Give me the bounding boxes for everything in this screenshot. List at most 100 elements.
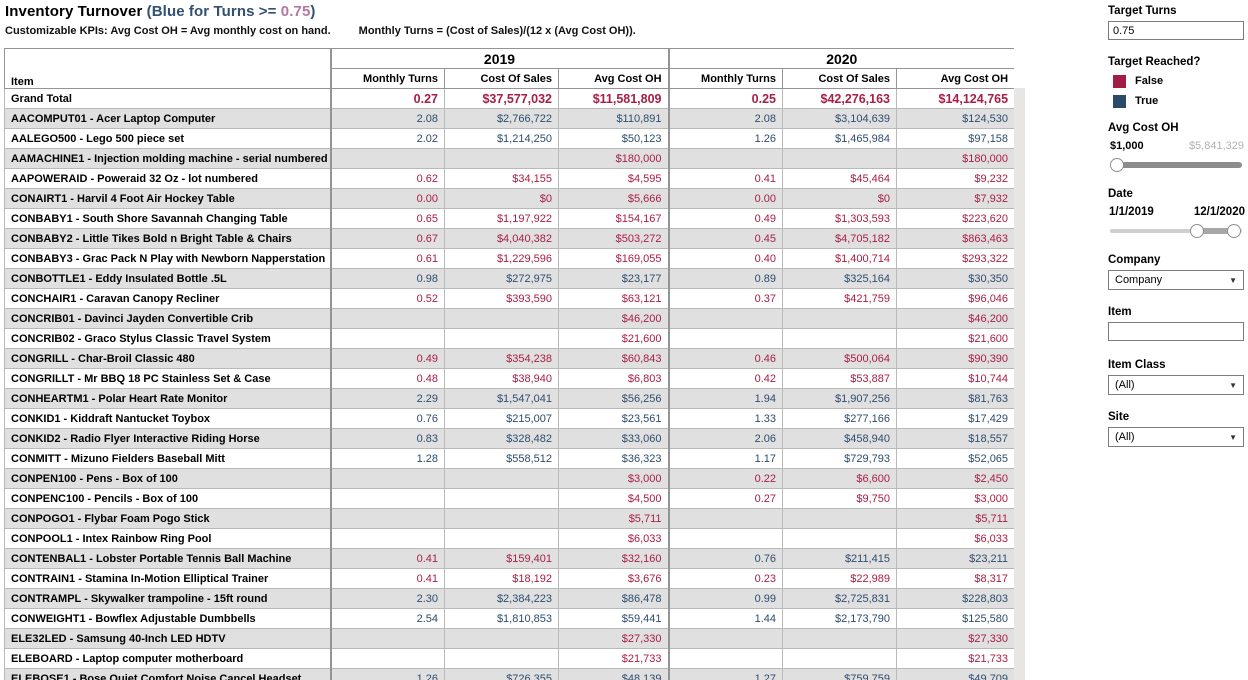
avg-cost-oh-2020-cell[interactable]: $124,530 (897, 109, 1014, 129)
column-header-avg-cost-oh-2019[interactable]: Avg Cost OH (559, 69, 669, 89)
avg-cost-oh-2020-cell[interactable]: $5,711 (897, 509, 1014, 529)
avg-cost-oh-2019-cell[interactable]: $48,139 (559, 669, 669, 680)
cost-of-sales-2019-cell[interactable]: $159,401 (445, 549, 559, 569)
table-row[interactable]: CONBABY2 - Little Tikes Bold n Bright Ta… (5, 229, 1015, 249)
monthly-turns-2019-cell[interactable]: 0.83 (331, 429, 445, 449)
monthly-turns-2019-cell[interactable]: 0.61 (331, 249, 445, 269)
item-cell[interactable]: CONBABY2 - Little Tikes Bold n Bright Ta… (5, 229, 331, 249)
avg-cost-oh-2020-cell[interactable]: $223,620 (897, 209, 1014, 229)
table-row[interactable]: ELEBOARD - Laptop computer motherboard $… (5, 649, 1015, 669)
table-row[interactable]: AACOMPUT01 - Acer Laptop Computer 2.08 $… (5, 109, 1015, 129)
cost-of-sales-2020-cell[interactable] (783, 509, 897, 529)
avg-cost-oh-2019-cell[interactable]: $60,843 (559, 349, 669, 369)
avg-cost-oh-2019-cell[interactable]: $86,478 (559, 589, 669, 609)
column-header-year-2019[interactable]: 2019 (331, 49, 669, 69)
table-row[interactable]: ELEBOSE1 - Bose Quiet Comfort Noise Canc… (5, 669, 1015, 680)
avg-cost-oh-2019-cell[interactable]: $6,803 (559, 369, 669, 389)
table-row[interactable]: CONCRIB02 - Graco Stylus Classic Travel … (5, 329, 1015, 349)
column-header-avg-cost-oh-2020[interactable]: Avg Cost OH (897, 69, 1014, 89)
avg-cost-oh-2020-cell[interactable]: $17,429 (897, 409, 1014, 429)
item-cell[interactable]: CONPEN100 - Pens - Box of 100 (5, 469, 331, 489)
table-row[interactable]: CONPENC100 - Pencils - Box of 100 $4,500… (5, 489, 1015, 509)
item-cell[interactable]: CONTRAMPL - Skywalker trampoline - 15ft … (5, 589, 331, 609)
avg-cost-oh-2019-cell[interactable]: $36,323 (559, 449, 669, 469)
monthly-turns-2020-cell[interactable]: 1.33 (669, 409, 783, 429)
item-cell[interactable]: AAPOWERAID - Poweraid 32 Oz - lot number… (5, 169, 331, 189)
grand-total-avg-2019[interactable]: $11,581,809 (559, 89, 669, 109)
monthly-turns-2019-cell[interactable]: 0.41 (331, 549, 445, 569)
cost-of-sales-2019-cell[interactable] (445, 329, 559, 349)
table-row[interactable]: ELE32LED - Samsung 40-Inch LED HDTV $27,… (5, 629, 1015, 649)
cost-of-sales-2020-cell[interactable]: $22,989 (783, 569, 897, 589)
monthly-turns-2019-cell[interactable]: 0.98 (331, 269, 445, 289)
monthly-turns-2019-cell[interactable]: 0.52 (331, 289, 445, 309)
cost-of-sales-2020-cell[interactable] (783, 649, 897, 669)
column-header-year-2020[interactable]: 2020 (669, 49, 1014, 69)
monthly-turns-2019-cell[interactable]: 2.30 (331, 589, 445, 609)
cost-of-sales-2020-cell[interactable]: $211,415 (783, 549, 897, 569)
monthly-turns-2019-cell[interactable] (331, 629, 445, 649)
avg-cost-oh-2019-cell[interactable]: $3,676 (559, 569, 669, 589)
cost-of-sales-2020-cell[interactable] (783, 329, 897, 349)
avg-cost-oh-2019-cell[interactable]: $5,666 (559, 189, 669, 209)
cost-of-sales-2020-cell[interactable] (783, 529, 897, 549)
table-row[interactable]: CONTRAIN1 - Stamina In-Motion Elliptical… (5, 569, 1015, 589)
monthly-turns-2020-cell[interactable]: 1.44 (669, 609, 783, 629)
table-row[interactable]: CONPOOL1 - Intex Rainbow Ring Pool $6,03… (5, 529, 1015, 549)
cost-of-sales-2020-cell[interactable]: $759,759 (783, 669, 897, 680)
table-row[interactable]: CONBABY1 - South Shore Savannah Changing… (5, 209, 1015, 229)
monthly-turns-2020-cell[interactable] (669, 629, 783, 649)
table-row[interactable]: CONGRILL - Char-Broil Classic 480 0.49 $… (5, 349, 1015, 369)
monthly-turns-2020-cell[interactable]: 0.23 (669, 569, 783, 589)
monthly-turns-2020-cell[interactable] (669, 329, 783, 349)
cost-of-sales-2019-cell[interactable] (445, 529, 559, 549)
cost-of-sales-2019-cell[interactable]: $2,766,722 (445, 109, 559, 129)
date-slider-start-handle[interactable] (1190, 224, 1204, 238)
cost-of-sales-2019-cell[interactable]: $1,229,596 (445, 249, 559, 269)
item-class-dropdown[interactable]: (All) ▼ (1108, 375, 1244, 395)
cost-of-sales-2020-cell[interactable]: $458,940 (783, 429, 897, 449)
table-row[interactable]: CONKID1 - Kiddraft Nantucket Toybox 0.76… (5, 409, 1015, 429)
avg-cost-oh-2019-cell[interactable]: $4,595 (559, 169, 669, 189)
monthly-turns-2020-cell[interactable]: 0.41 (669, 169, 783, 189)
item-filter-input[interactable] (1108, 322, 1244, 341)
item-cell[interactable]: AACOMPUT01 - Acer Laptop Computer (5, 109, 331, 129)
cost-of-sales-2019-cell[interactable]: $34,155 (445, 169, 559, 189)
monthly-turns-2019-cell[interactable] (331, 489, 445, 509)
avg-cost-oh-2019-cell[interactable]: $23,561 (559, 409, 669, 429)
avg-cost-oh-2020-cell[interactable]: $2,450 (897, 469, 1014, 489)
cost-of-sales-2020-cell[interactable]: $729,793 (783, 449, 897, 469)
cost-of-sales-2020-cell[interactable]: $277,166 (783, 409, 897, 429)
cost-of-sales-2020-cell[interactable] (783, 309, 897, 329)
avg-cost-oh-2020-cell[interactable]: $90,390 (897, 349, 1014, 369)
item-cell[interactable]: CONBOTTLE1 - Eddy Insulated Bottle .5L (5, 269, 331, 289)
cost-of-sales-2020-cell[interactable]: $6,600 (783, 469, 897, 489)
monthly-turns-2019-cell[interactable] (331, 509, 445, 529)
cost-of-sales-2019-cell[interactable]: $393,590 (445, 289, 559, 309)
avg-cost-oh-2019-cell[interactable]: $4,500 (559, 489, 669, 509)
avg-cost-oh-2020-cell[interactable]: $9,232 (897, 169, 1014, 189)
cost-of-sales-2020-cell[interactable]: $1,465,984 (783, 129, 897, 149)
monthly-turns-2020-cell[interactable] (669, 649, 783, 669)
table-row[interactable]: CONHEARTM1 - Polar Heart Rate Monitor 2.… (5, 389, 1015, 409)
monthly-turns-2020-cell[interactable]: 0.99 (669, 589, 783, 609)
monthly-turns-2019-cell[interactable]: 2.54 (331, 609, 445, 629)
table-row[interactable]: AAMACHINE1 - Injection molding machine -… (5, 149, 1015, 169)
table-row[interactable]: CONTRAMPL - Skywalker trampoline - 15ft … (5, 589, 1015, 609)
item-cell[interactable]: CONMITT - Mizuno Fielders Baseball Mitt (5, 449, 331, 469)
item-cell[interactable]: CONBABY3 - Grac Pack N Play with Newborn… (5, 249, 331, 269)
cost-of-sales-2020-cell[interactable]: $2,173,790 (783, 609, 897, 629)
avg-cost-oh-2019-cell[interactable]: $27,330 (559, 629, 669, 649)
item-cell[interactable]: CONPOGO1 - Flybar Foam Pogo Stick (5, 509, 331, 529)
grand-total-cost-2019[interactable]: $37,577,032 (445, 89, 559, 109)
grand-total-row[interactable]: Grand Total 0.27 $37,577,032 $11,581,809… (5, 89, 1015, 109)
avg-cost-oh-2020-cell[interactable]: $21,733 (897, 649, 1014, 669)
monthly-turns-2020-cell[interactable]: 1.26 (669, 129, 783, 149)
monthly-turns-2020-cell[interactable]: 0.00 (669, 189, 783, 209)
monthly-turns-2020-cell[interactable]: 0.49 (669, 209, 783, 229)
monthly-turns-2019-cell[interactable]: 0.67 (331, 229, 445, 249)
cost-of-sales-2020-cell[interactable]: $3,104,639 (783, 109, 897, 129)
avg-cost-oh-2020-cell[interactable]: $8,317 (897, 569, 1014, 589)
cost-of-sales-2019-cell[interactable]: $1,197,922 (445, 209, 559, 229)
monthly-turns-2020-cell[interactable]: 2.08 (669, 109, 783, 129)
